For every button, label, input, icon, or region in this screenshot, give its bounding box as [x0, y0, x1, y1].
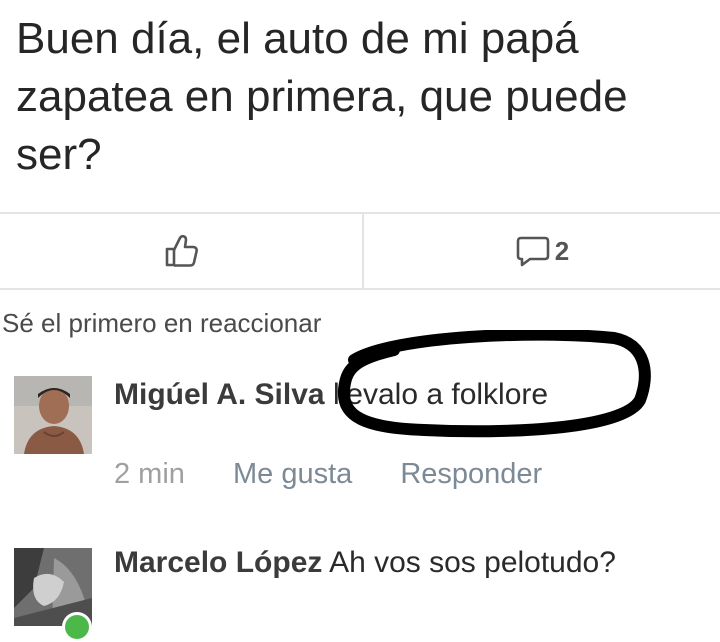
- comment-text: Ah vos sos pelotudo?: [329, 546, 616, 579]
- post-actions-bar: 2: [0, 212, 720, 290]
- comment-count: 2: [554, 235, 570, 266]
- comment-like-link[interactable]: Me gusta: [233, 458, 352, 490]
- comment-meta: 2 min Me gusta Responder: [114, 458, 582, 491]
- post-text: Buen día, el auto de mi papá zapatea en …: [16, 14, 628, 179]
- comment-icon: [516, 236, 550, 267]
- avatar[interactable]: [14, 376, 92, 454]
- online-status-indicator: [62, 612, 92, 642]
- comment-content: Marcelo López Ah vos sos pelotudo?: [114, 546, 616, 580]
- comment-content: Migúel A. Silva llevalo a folklore: [114, 378, 548, 412]
- comment-item: Migúel A. Silva llevalo a folklore 2 min…: [14, 376, 714, 490]
- thumbs-up-icon: [165, 234, 198, 267]
- reactions-prompt[interactable]: Sé el primero en reaccionar: [2, 308, 321, 339]
- comment-author[interactable]: Marcelo López: [114, 546, 322, 579]
- comment-reply-link[interactable]: Responder: [400, 458, 542, 490]
- comment-author[interactable]: Migúel A. Silva: [114, 378, 325, 411]
- comment-button[interactable]: 2: [364, 214, 720, 288]
- comment-time: 2 min: [114, 458, 185, 490]
- comment-text: llevalo a folklore: [332, 378, 549, 411]
- like-button[interactable]: [0, 214, 364, 288]
- comment-item: Marcelo López Ah vos sos pelotudo?: [14, 546, 714, 632]
